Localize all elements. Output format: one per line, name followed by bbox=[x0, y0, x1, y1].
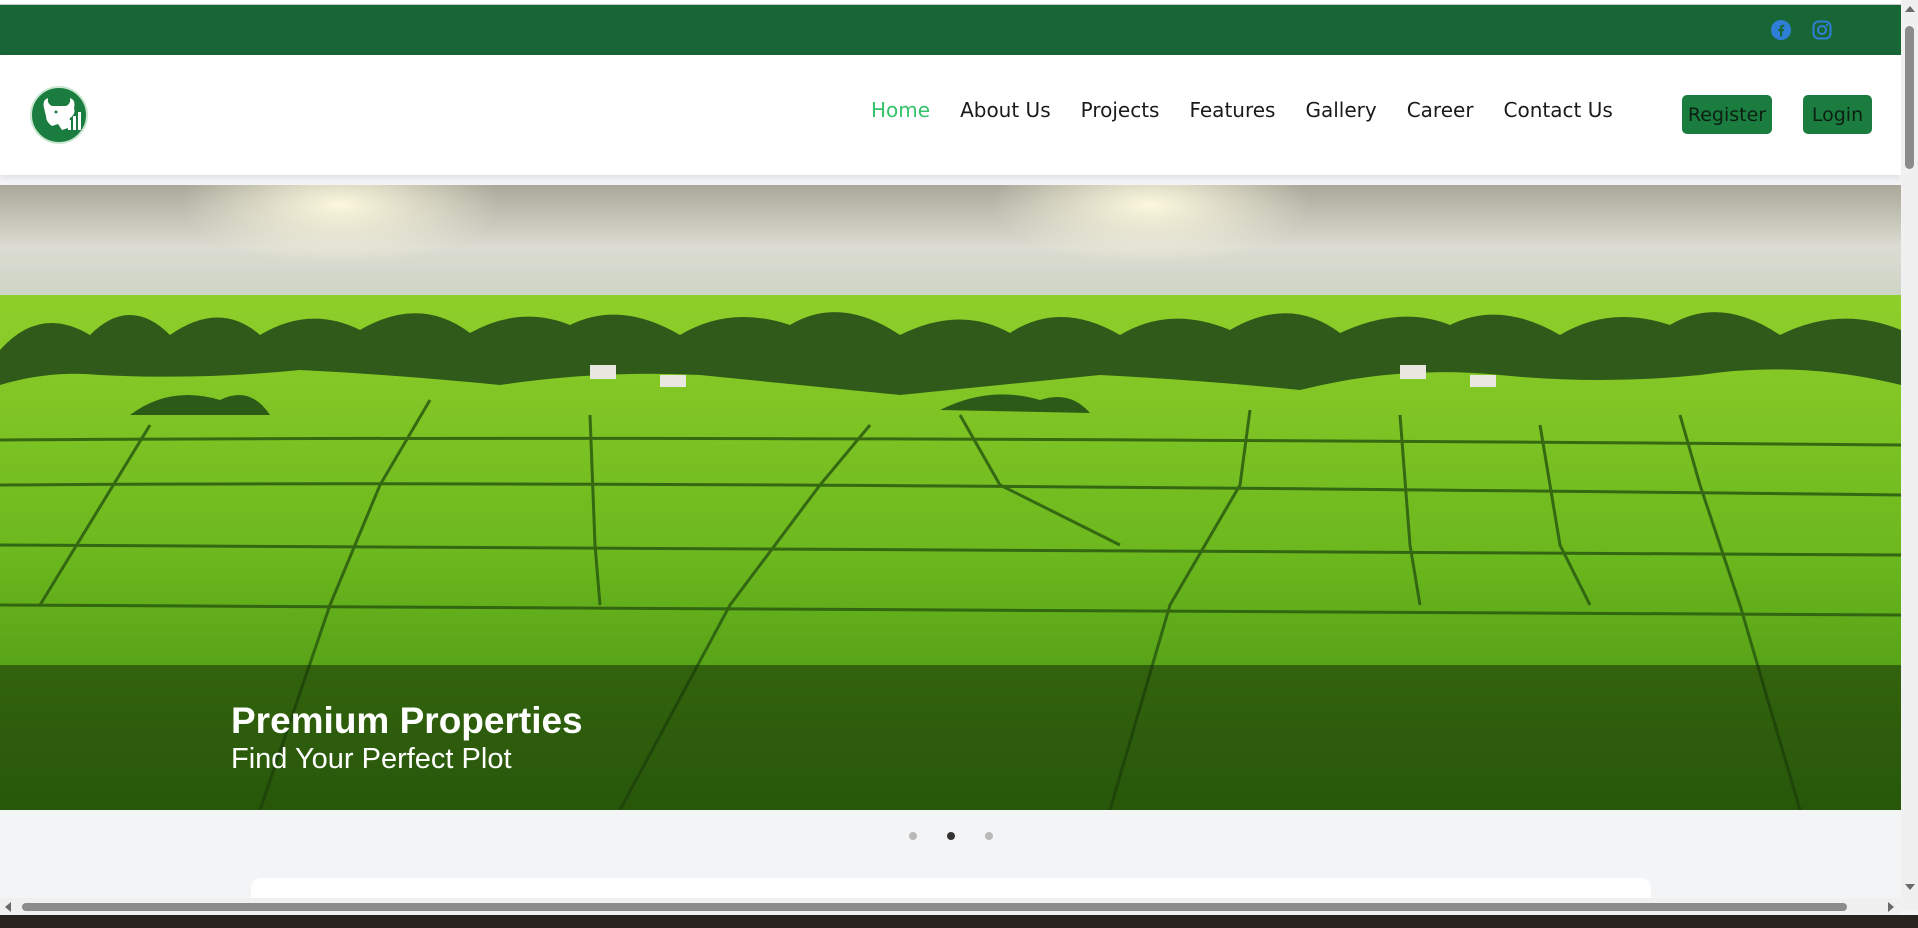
vertical-scroll-thumb[interactable] bbox=[1905, 26, 1914, 169]
nav-item-projects[interactable]: Projects bbox=[1081, 98, 1160, 122]
carousel-dot-3[interactable] bbox=[985, 832, 993, 840]
nav-item-gallery[interactable]: Gallery bbox=[1305, 98, 1376, 122]
scroll-up-arrow-icon[interactable] bbox=[1905, 6, 1915, 12]
instagram-icon[interactable] bbox=[1811, 19, 1833, 41]
login-button[interactable]: Login bbox=[1803, 95, 1872, 134]
scroll-left-arrow-icon[interactable] bbox=[5, 902, 11, 912]
carousel-dot-1[interactable] bbox=[909, 832, 917, 840]
horizontal-scroll-thumb[interactable] bbox=[22, 903, 1847, 911]
brand-logo[interactable] bbox=[30, 86, 88, 144]
facebook-icon[interactable] bbox=[1770, 19, 1792, 41]
bull-logo-icon bbox=[43, 98, 81, 130]
main-navbar: Home About Us Projects Features Gallery … bbox=[0, 55, 1901, 175]
horizontal-scrollbar[interactable] bbox=[0, 898, 1901, 915]
carousel-dot-2[interactable] bbox=[947, 832, 955, 840]
hero-subtitle: Find Your Perfect Plot bbox=[231, 743, 512, 775]
scroll-down-arrow-icon[interactable] bbox=[1905, 884, 1915, 890]
primary-nav: Home About Us Projects Features Gallery … bbox=[871, 98, 1643, 122]
hero-title: Premium Properties bbox=[231, 700, 583, 741]
nav-item-contact-us[interactable]: Contact Us bbox=[1504, 98, 1613, 122]
nav-item-home[interactable]: Home bbox=[871, 98, 930, 122]
os-taskbar bbox=[0, 915, 1918, 928]
nav-item-about-us[interactable]: About Us bbox=[960, 98, 1051, 122]
carousel-indicators bbox=[909, 832, 993, 840]
register-button[interactable]: Register bbox=[1682, 95, 1772, 134]
top-bar bbox=[0, 5, 1901, 55]
scroll-right-arrow-icon[interactable] bbox=[1888, 902, 1894, 912]
nav-item-career[interactable]: Career bbox=[1407, 98, 1474, 122]
vertical-scrollbar[interactable] bbox=[1901, 0, 1918, 910]
hero-carousel[interactable]: Premium Properties Find Your Perfect Plo… bbox=[0, 185, 1901, 810]
nav-item-features[interactable]: Features bbox=[1189, 98, 1275, 122]
